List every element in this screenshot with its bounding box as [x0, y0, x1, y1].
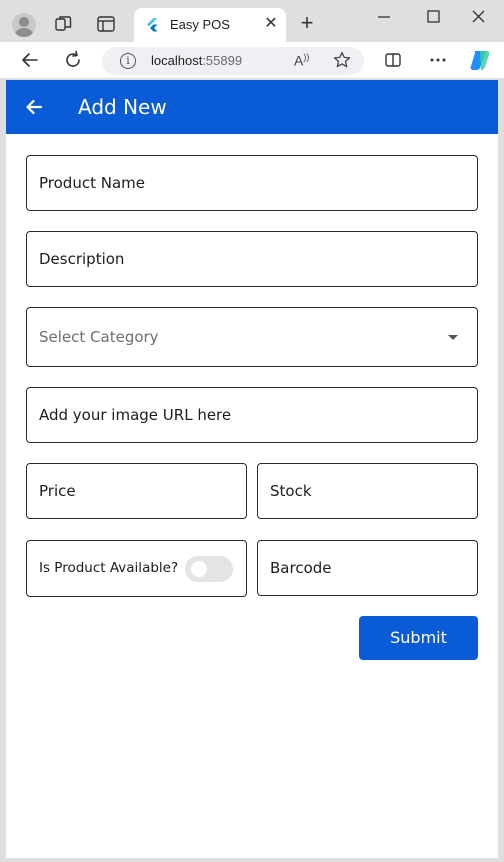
- dropdown-caret-icon: [448, 335, 458, 340]
- profile-avatar-icon[interactable]: [12, 13, 36, 37]
- more-options-icon[interactable]: [428, 50, 448, 70]
- refresh-icon[interactable]: [63, 50, 83, 70]
- address-bar[interactable]: i localhost:55899 A)): [102, 47, 364, 75]
- tab-title: Easy POS: [170, 17, 230, 32]
- barcode-label: Barcode: [270, 559, 332, 577]
- description-label: Description: [39, 250, 125, 268]
- category-placeholder: Select Category: [39, 328, 159, 346]
- stock-field[interactable]: Stock: [257, 463, 478, 519]
- back-icon[interactable]: [20, 50, 40, 70]
- tab-close-icon[interactable]: ✕: [262, 15, 280, 33]
- page-title: Add New: [78, 95, 167, 119]
- browser-titlebar: Easy POS ✕ +: [0, 0, 504, 42]
- read-aloud-icon[interactable]: A)): [294, 52, 309, 69]
- app-bar: Add New: [6, 80, 498, 134]
- tab-actions-icon[interactable]: [96, 14, 116, 34]
- app-window: Add New Product Name Description Select …: [6, 80, 498, 858]
- new-tab-icon[interactable]: +: [296, 12, 318, 35]
- flutter-favicon-icon: [147, 18, 158, 32]
- category-dropdown[interactable]: Select Category: [26, 307, 478, 367]
- copilot-icon[interactable]: [468, 48, 492, 72]
- price-field[interactable]: Price: [26, 463, 247, 519]
- url-text: localhost:55899: [151, 53, 243, 68]
- window-maximize-icon[interactable]: [423, 8, 443, 26]
- availability-field: Is Product Available?: [26, 540, 247, 597]
- window-close-icon[interactable]: [468, 8, 488, 26]
- description-field[interactable]: Description: [26, 231, 478, 287]
- browser-tab-easy-pos[interactable]: Easy POS ✕: [134, 8, 286, 42]
- image-url-label: Add your image URL here: [39, 406, 232, 424]
- toggle-thumb: [191, 561, 207, 577]
- site-info-icon[interactable]: i: [120, 53, 136, 69]
- product-name-field[interactable]: Product Name: [26, 155, 478, 211]
- barcode-field[interactable]: Barcode: [257, 540, 478, 596]
- price-label: Price: [39, 482, 76, 500]
- window-minimize-icon[interactable]: [374, 8, 394, 26]
- product-name-label: Product Name: [39, 174, 145, 192]
- image-url-field[interactable]: Add your image URL here: [26, 387, 478, 443]
- workspaces-icon[interactable]: [54, 14, 74, 34]
- stock-label: Stock: [270, 482, 312, 500]
- split-screen-icon[interactable]: [383, 50, 403, 70]
- submit-button[interactable]: Submit: [359, 616, 478, 660]
- back-arrow-icon[interactable]: [24, 97, 44, 117]
- favorite-star-icon[interactable]: [332, 50, 352, 70]
- availability-toggle[interactable]: [185, 556, 233, 582]
- browser-toolbar: i localhost:55899 A)): [0, 42, 504, 78]
- availability-label: Is Product Available?: [39, 560, 179, 576]
